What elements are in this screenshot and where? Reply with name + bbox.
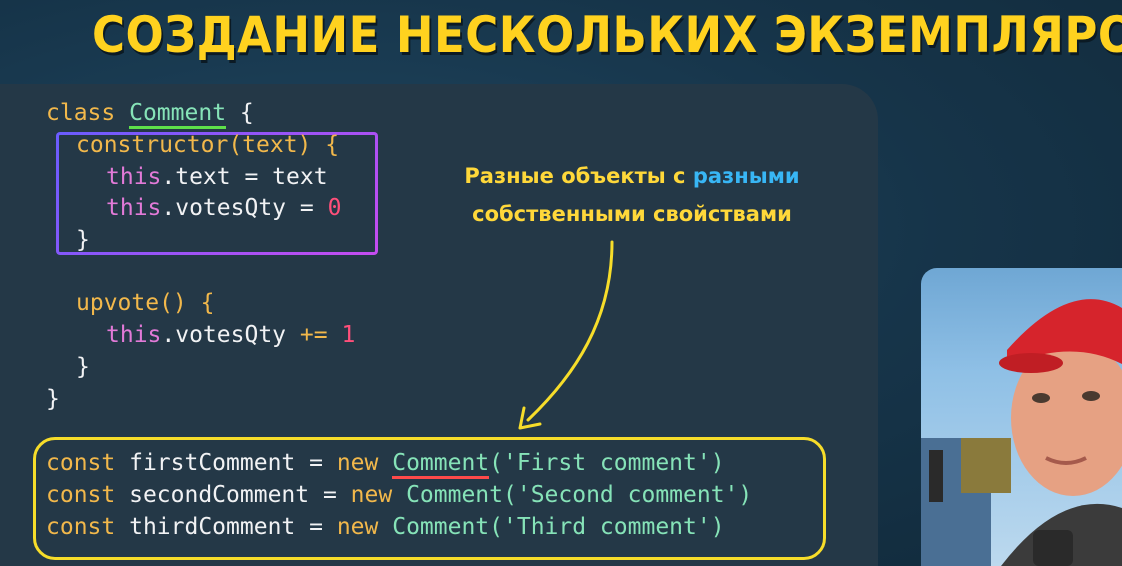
presenter-webcam (921, 268, 1122, 566)
presenter-avatar-icon (921, 299, 1122, 566)
